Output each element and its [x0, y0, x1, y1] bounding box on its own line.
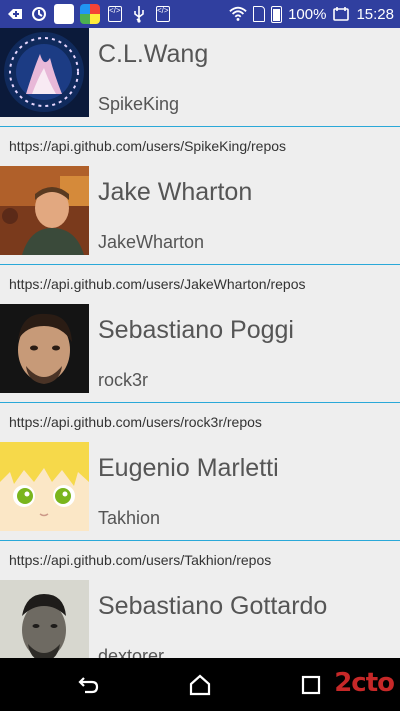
user-name: C.L.Wang [98, 40, 209, 68]
user-login: dextorer [98, 646, 165, 658]
user-name: Jake Wharton [98, 178, 253, 206]
navigation-bar: 2cto [0, 658, 400, 711]
home-button[interactable] [187, 672, 213, 698]
list-item[interactable]: Jake Wharton JakeWharton https://api.git… [0, 166, 400, 304]
repos-url: https://api.github.com/users/JakeWharton… [9, 276, 306, 292]
avatar [0, 442, 89, 531]
user-login: JakeWharton [98, 232, 205, 252]
user-name: Eugenio Marletti [98, 454, 279, 482]
avatar [0, 580, 89, 658]
repos-url: https://api.github.com/users/rock3r/repo… [9, 414, 262, 430]
battery-percent: 100% [288, 5, 327, 23]
user-login: rock3r [98, 370, 149, 390]
user-login: SpikeKing [98, 94, 180, 114]
list-item[interactable]: Eugenio Marletti Takhion https://api.git… [0, 442, 400, 580]
back-button[interactable] [76, 672, 102, 698]
divider [0, 264, 400, 265]
colorful-app-icon [80, 4, 100, 24]
repos-url: https://api.github.com/users/Takhion/rep… [9, 552, 272, 568]
code-file-icon: </> [106, 5, 124, 23]
sync-icon [30, 5, 48, 23]
back-icon [78, 677, 99, 694]
user-login: Takhion [98, 508, 161, 528]
blank-app-icon [54, 4, 74, 24]
user-list[interactable]: C.L.Wang SpikeKing https://api.github.co… [0, 28, 400, 658]
usb-icon [130, 5, 148, 23]
alarm-icon [332, 5, 350, 23]
code-file-icon-2: </> [154, 5, 172, 23]
user-name: Sebastiano Poggi [98, 316, 294, 344]
user-name: Sebastiano Gottardo [98, 592, 328, 620]
divider [0, 540, 400, 541]
divider [0, 126, 400, 127]
add-box-icon [6, 5, 24, 23]
home-icon [189, 674, 211, 696]
recents-icon [301, 675, 321, 695]
divider [0, 402, 400, 403]
list-item[interactable]: C.L.Wang SpikeKing https://api.github.co… [0, 28, 400, 166]
battery-icon [271, 5, 283, 23]
avatar [0, 28, 89, 117]
status-bar: </> </> 100% 15:28 [0, 0, 400, 28]
list-item[interactable]: Sebastiano Gottardo dextorer [0, 580, 400, 658]
watermark-logo: 2cto [334, 668, 395, 698]
clock: 15:28 [356, 5, 394, 23]
recents-button[interactable] [298, 672, 324, 698]
wifi-icon [229, 5, 247, 23]
list-item[interactable]: Sebastiano Poggi rock3r https://api.gith… [0, 304, 400, 442]
avatar [0, 166, 89, 255]
avatar [0, 304, 89, 393]
sim-card-icon [253, 6, 266, 22]
repos-url: https://api.github.com/users/SpikeKing/r… [9, 138, 287, 154]
